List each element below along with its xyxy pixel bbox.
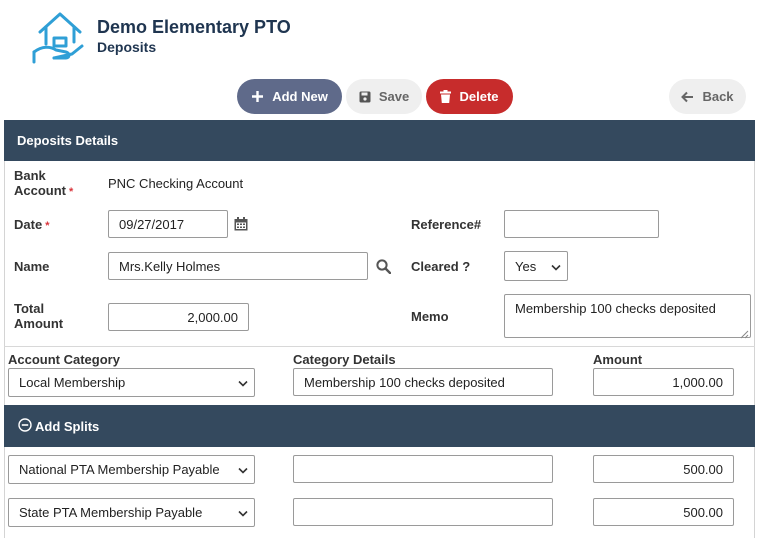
split-account-value: National PTA Membership Payable (19, 462, 220, 477)
page-subtitle: Deposits (97, 39, 157, 55)
split-amount-field[interactable]: 500.00 (593, 498, 734, 526)
floppy-disk-icon (359, 91, 371, 103)
arrow-left-icon (681, 91, 694, 103)
reference-field[interactable] (504, 210, 659, 238)
house-hand-icon (30, 8, 86, 66)
deposits-details-header: Deposits Details (4, 120, 755, 161)
split-amount-field[interactable]: 500.00 (593, 455, 734, 483)
back-button[interactable]: Back (669, 79, 746, 114)
account-category-value: Local Membership (19, 375, 126, 390)
category-details-field[interactable]: Membership 100 checks deposited (293, 368, 553, 396)
split-details-field[interactable] (293, 455, 553, 483)
date-field[interactable]: 09/27/2017 (108, 210, 228, 238)
account-category-select[interactable]: Local Membership (8, 368, 255, 397)
name-label: Name (14, 259, 50, 274)
add-new-label: Add New (272, 89, 328, 104)
trash-icon (440, 90, 452, 103)
cleared-value: Yes (515, 258, 537, 274)
date-label: Date * (14, 217, 50, 232)
chevron-down-icon (238, 375, 248, 390)
split-account-select[interactable]: State PTA Membership Payable (8, 498, 255, 527)
divider (4, 346, 755, 347)
amount-field[interactable]: 1,000.00 (593, 368, 734, 396)
chevron-down-icon (551, 259, 561, 274)
search-icon[interactable] (376, 259, 392, 277)
total-amount-label: Total Amount (14, 301, 64, 331)
bank-account-value: PNC Checking Account (108, 176, 244, 191)
required-marker: * (45, 220, 50, 232)
cleared-select[interactable]: Yes (504, 251, 568, 281)
plus-icon (251, 90, 264, 103)
split-details-field[interactable] (293, 498, 553, 526)
add-splits-header[interactable]: Add Splits (4, 405, 755, 447)
memo-textarea[interactable]: Membership 100 checks deposited (504, 294, 751, 338)
total-amount-field[interactable]: 2,000.00 (108, 303, 249, 331)
split-account-select[interactable]: National PTA Membership Payable (8, 455, 255, 484)
save-button[interactable]: Save (346, 79, 422, 114)
category-details-header: Category Details (293, 352, 396, 367)
delete-button[interactable]: Delete (426, 79, 513, 114)
name-field[interactable]: Mrs.Kelly Holmes (108, 252, 368, 280)
amount-header: Amount (593, 352, 643, 367)
bank-account-label: Bank Account * (14, 168, 74, 198)
reference-label: Reference# (411, 217, 482, 232)
memo-label: Memo (411, 309, 449, 324)
required-marker: * (69, 186, 74, 198)
delete-label: Delete (459, 89, 499, 104)
deposits-details-title: Deposits Details (17, 133, 119, 148)
account-category-header: Account Category (8, 352, 120, 367)
split-account-value: State PTA Membership Payable (19, 505, 203, 520)
chevron-down-icon (238, 462, 248, 477)
add-new-button[interactable]: Add New (237, 79, 342, 114)
save-label: Save (378, 89, 410, 104)
resize-handle-icon[interactable] (740, 327, 749, 342)
back-label: Back (702, 89, 734, 104)
cleared-label: Cleared ? (411, 259, 471, 274)
org-name: Demo Elementary PTO (97, 17, 291, 37)
minus-circle-icon[interactable] (18, 417, 32, 435)
add-splits-title: Add Splits (35, 418, 100, 434)
calendar-icon[interactable] (234, 217, 248, 234)
chevron-down-icon (238, 505, 248, 520)
